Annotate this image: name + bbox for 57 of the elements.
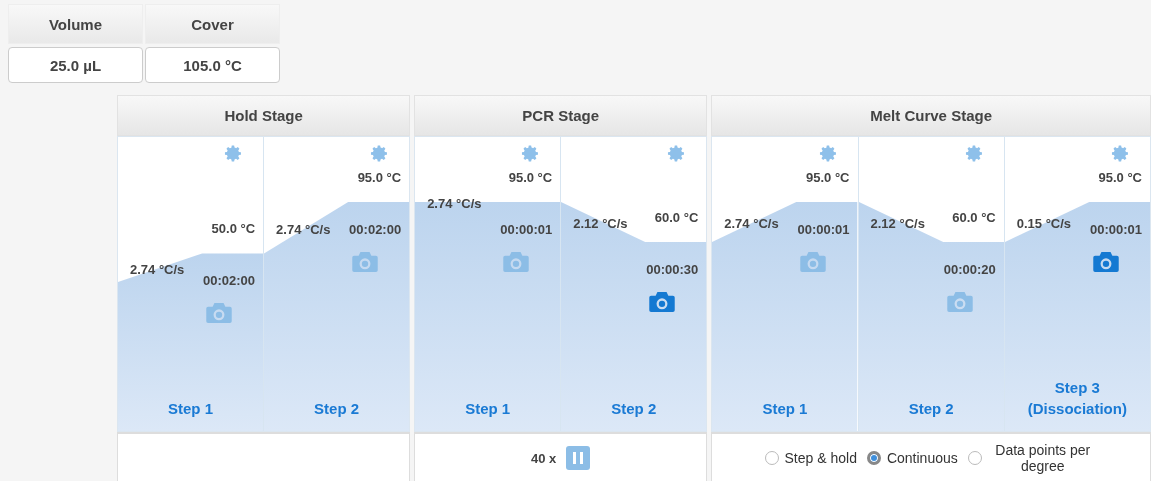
camera-icon[interactable]: [800, 252, 827, 272]
hold-time[interactable]: 00:00:01: [1089, 221, 1142, 237]
hold-time[interactable]: 00:00:01: [500, 221, 553, 237]
settings-icon[interactable]: [667, 144, 687, 163]
radio-button[interactable]: [764, 451, 779, 465]
hold-time[interactable]: 00:00:01: [797, 221, 850, 237]
temperature-value[interactable]: 95.0 °C: [1098, 169, 1142, 185]
step-label: Step 2: [313, 399, 361, 419]
step-label: Step 1: [167, 399, 215, 419]
temperature-value[interactable]: 50.0 °C: [211, 220, 256, 236]
cycle-count[interactable]: 40 x: [531, 450, 557, 466]
stage-header: Melt Curve Stage: [711, 95, 1151, 136]
hold-time[interactable]: 00:02:00: [349, 221, 402, 237]
settings-icon[interactable]: [521, 144, 541, 163]
hold-time[interactable]: 00:00:20: [943, 261, 996, 277]
ramp-rate[interactable]: 2.74 °C/s: [130, 261, 185, 277]
ramp-rate[interactable]: 2.74 °C/s: [276, 221, 331, 237]
ramp-rate[interactable]: 2.12 °C/s: [870, 215, 925, 231]
settings-icon[interactable]: [224, 144, 244, 163]
camera-icon[interactable]: [503, 252, 530, 272]
camera-icon[interactable]: [352, 252, 379, 272]
step-label: Step 2: [907, 399, 955, 419]
settings-icon[interactable]: [370, 144, 390, 163]
temperature-value[interactable]: 95.0 °C: [357, 169, 402, 185]
hold-time[interactable]: 00:00:30: [646, 261, 699, 277]
temperature-value[interactable]: 60.0 °C: [654, 209, 699, 225]
option-label: Continuous: [886, 450, 958, 466]
pause-button[interactable]: [566, 446, 591, 470]
option-label: Data points per degree: [994, 442, 1092, 474]
column-header: Cover: [145, 4, 280, 44]
temperature-value[interactable]: 95.0 °C: [508, 169, 553, 185]
stage-header: Hold Stage: [117, 95, 411, 136]
column-header: Volume: [8, 4, 143, 44]
ramp-rate[interactable]: 2.74 °C/s: [724, 215, 779, 231]
temperature-value[interactable]: 60.0 °C: [952, 209, 996, 225]
camera-icon[interactable]: [1092, 252, 1119, 272]
step-label: Step 1: [761, 399, 809, 419]
temperature-value[interactable]: 95.0 °C: [806, 169, 850, 185]
settings-icon[interactable]: [1111, 144, 1130, 163]
hold-time[interactable]: 00:02:00: [203, 272, 256, 288]
step-label: Step 1: [464, 399, 512, 419]
value-field[interactable]: 105.0 °C: [145, 47, 280, 83]
settings-icon[interactable]: [964, 144, 984, 163]
step-label: Step 3 (Dissociation): [1026, 378, 1128, 419]
settings-icon[interactable]: [818, 144, 838, 163]
radio-button[interactable]: [866, 451, 881, 465]
step-label: Step 2: [610, 399, 658, 419]
option-label: Step & hold: [784, 450, 857, 466]
stage-header: PCR Stage: [414, 95, 708, 136]
camera-icon[interactable]: [946, 292, 973, 312]
camera-icon[interactable]: [206, 303, 232, 324]
ramp-rate[interactable]: 2.12 °C/s: [573, 215, 628, 231]
ramp-rate[interactable]: 2.74 °C/s: [427, 195, 482, 211]
radio-button[interactable]: [967, 451, 982, 465]
ramp-rate[interactable]: 0.15 °C/s: [1016, 215, 1072, 231]
camera-icon[interactable]: [649, 292, 676, 312]
value-field[interactable]: 25.0 µL: [8, 47, 143, 83]
